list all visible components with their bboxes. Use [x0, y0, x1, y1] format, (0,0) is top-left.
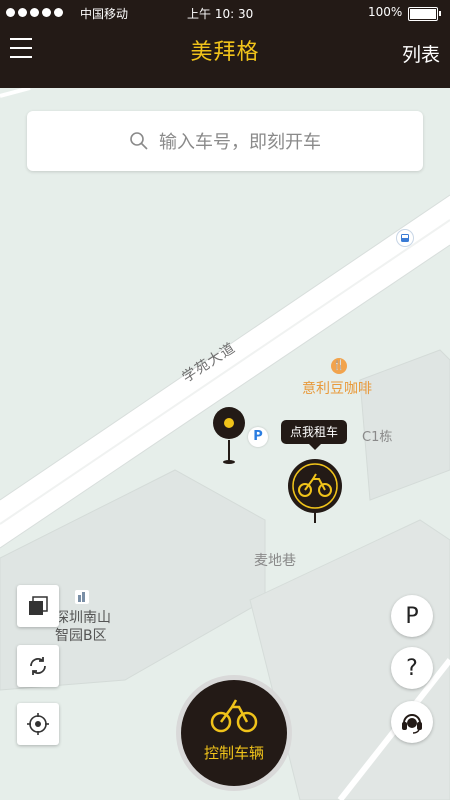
signal-strength-icon: [6, 8, 63, 17]
control-vehicle-button[interactable]: 控制车辆: [181, 680, 287, 786]
carrier-name: 中国移动: [80, 7, 129, 21]
building-c1-label: C1栋: [362, 430, 393, 445]
search-placeholder: 输入车号，即刻开车: [159, 132, 321, 153]
list-button[interactable]: 列表: [402, 40, 440, 67]
rent-tooltip[interactable]: 点我租车: [281, 420, 347, 450]
park-label-line2: 智园B区: [55, 628, 107, 644]
locate-button[interactable]: [17, 703, 59, 745]
bike-icon: [288, 459, 342, 523]
bus-stop-icon: [396, 229, 414, 247]
headset-icon: [402, 714, 422, 734]
parking-spot-icon[interactable]: P: [248, 427, 268, 447]
bike-icon: [210, 699, 258, 733]
search-icon: [130, 132, 148, 150]
park-label-line1: 深圳南山: [55, 610, 111, 626]
nav-bar: 美拜格 列表: [0, 26, 450, 88]
cafe-icon: 🍴: [331, 358, 347, 374]
help-button[interactable]: ?: [391, 647, 433, 689]
customer-service-button[interactable]: [391, 701, 433, 743]
page-title: 美拜格: [190, 40, 260, 65]
locate-icon: [27, 713, 49, 735]
search-bar[interactable]: 输入车号，即刻开车: [27, 111, 423, 171]
status-bar: 中国移动 上午 10: 30 100%: [0, 0, 450, 26]
battery-percent: 100%: [368, 5, 403, 19]
status-time: 上午 10: 30: [187, 7, 254, 21]
parking-button[interactable]: P: [391, 595, 433, 637]
control-vehicle-label: 控制车辆: [203, 744, 264, 762]
layers-icon: [29, 596, 48, 615]
lane-label: 麦地巷: [254, 553, 296, 569]
refresh-icon: [30, 657, 46, 675]
refresh-button[interactable]: [17, 645, 59, 687]
battery-icon: [408, 7, 441, 21]
layers-button[interactable]: [17, 585, 59, 627]
building-icon: [75, 590, 89, 604]
bike-marker[interactable]: [286, 457, 344, 527]
poi-cafe-label: 意利豆咖啡: [302, 381, 372, 397]
